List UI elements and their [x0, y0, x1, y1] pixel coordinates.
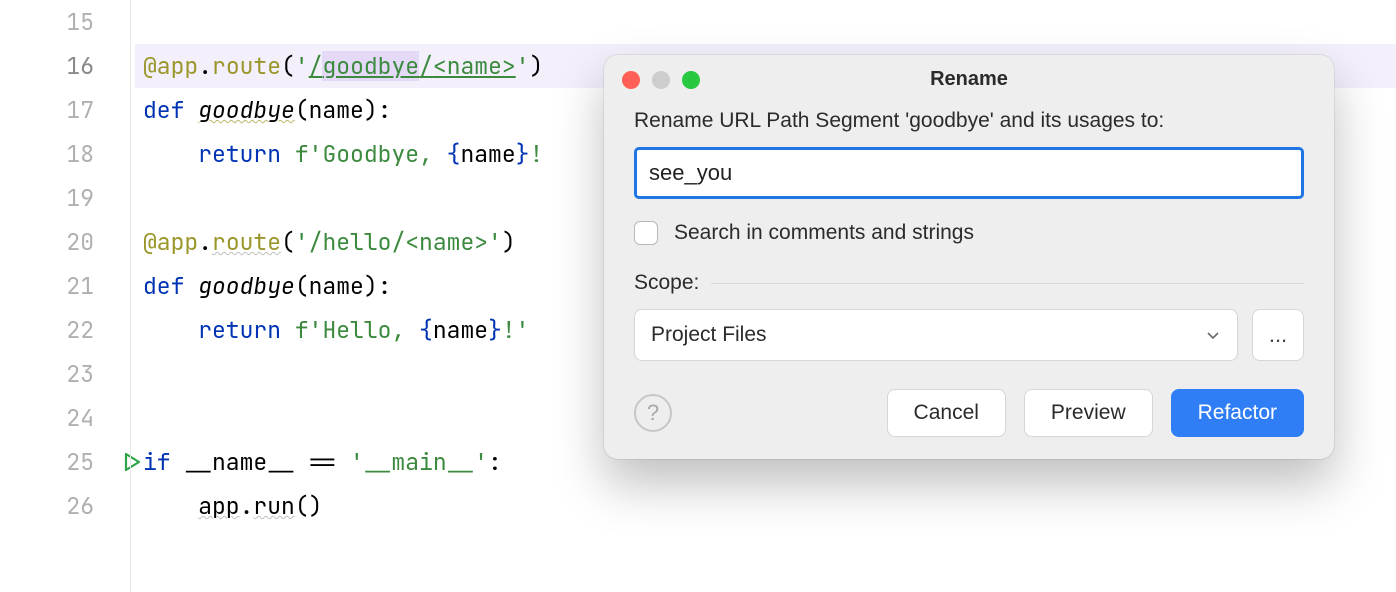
token-fprefix: f	[295, 139, 309, 169]
token-string: '/hello/<name>'	[295, 227, 502, 257]
token-string: '	[295, 51, 309, 81]
rename-input[interactable]	[634, 147, 1304, 199]
dialog-titlebar[interactable]: Rename	[604, 55, 1334, 103]
token-param: name	[309, 95, 364, 125]
dialog-title: Rename	[930, 68, 1008, 91]
token-string: /	[309, 51, 323, 81]
scope-select-value: Project Files	[651, 323, 767, 347]
token-string: '	[516, 51, 530, 81]
token-string: '__main__'	[350, 447, 488, 477]
line-number: 23	[0, 352, 112, 396]
search-comments-row: Search in comments and strings	[634, 221, 1304, 245]
token-string: !	[529, 139, 543, 169]
token-decorator: @app	[143, 51, 198, 81]
window-controls	[622, 71, 700, 89]
token-keyword: def	[143, 95, 198, 125]
line-number: 19	[0, 176, 112, 220]
token-paren: ()	[295, 491, 323, 521]
scope-controls: Project Files ...	[634, 309, 1304, 361]
line-number: 18	[0, 132, 112, 176]
token-brace: {	[419, 315, 433, 345]
token-param: name	[309, 271, 364, 301]
token-paren: ):	[364, 271, 392, 301]
line-number: 16	[0, 44, 112, 88]
preview-button[interactable]: Preview	[1024, 389, 1153, 437]
token-paren: )	[530, 51, 544, 81]
token-paren: (	[295, 95, 309, 125]
token-paren: (	[295, 271, 309, 301]
line-number: 26	[0, 484, 112, 528]
token-string: Hello,	[322, 315, 419, 345]
token-var: name	[460, 139, 515, 169]
token-funcname: goodbye	[198, 95, 295, 125]
line-number: 21	[0, 264, 112, 308]
line-number: 20	[0, 220, 112, 264]
rename-dialog: Rename Rename URL Path Segment 'goodbye'…	[604, 55, 1334, 459]
token-fprefix: f	[295, 315, 309, 345]
scope-header: Scope:	[634, 271, 1304, 295]
token-dot: .	[198, 51, 212, 81]
token-funcname: goodbye	[198, 271, 295, 301]
line-number: 17	[0, 88, 112, 132]
line-number: 22	[0, 308, 112, 352]
token-var: name	[433, 315, 488, 345]
line-number-label: 25	[66, 440, 94, 484]
token-eq: ==	[295, 447, 350, 477]
scope-more-button[interactable]: ...	[1252, 309, 1304, 361]
dialog-body: Rename URL Path Segment 'goodbye' and it…	[604, 103, 1334, 361]
token-call: route	[212, 51, 281, 81]
token-dot: .	[198, 227, 212, 257]
token-string: '	[309, 315, 323, 345]
help-button[interactable]: ?	[634, 394, 672, 432]
token-string: '	[309, 139, 323, 169]
divider	[711, 283, 1304, 284]
token-keyword: return	[198, 315, 295, 345]
refactor-button[interactable]: Refactor	[1171, 389, 1304, 437]
token-keyword: if	[143, 447, 184, 477]
search-comments-label: Search in comments and strings	[674, 221, 974, 245]
token-string: Goodbye,	[322, 139, 446, 169]
token-string: goodbye	[322, 51, 419, 81]
token-dot: .	[240, 491, 254, 521]
token-name: __name__	[184, 447, 294, 477]
cancel-button[interactable]: Cancel	[887, 389, 1006, 437]
token-name: app	[198, 491, 239, 521]
line-gutter: 15 16 17 18 19 20 21 22 23 24 25 26	[0, 0, 130, 592]
token-brace: {	[447, 139, 461, 169]
zoom-icon[interactable]	[682, 71, 700, 89]
code-line: app.run()	[135, 484, 1396, 528]
token-paren: (	[281, 227, 295, 257]
token-paren: ):	[364, 95, 392, 125]
token-call: route	[212, 227, 281, 257]
close-icon[interactable]	[622, 71, 640, 89]
chevron-down-icon	[1205, 327, 1221, 343]
rename-prompt-label: Rename URL Path Segment 'goodbye' and it…	[634, 109, 1304, 133]
minimize-icon	[652, 71, 670, 89]
token-call: run	[253, 491, 294, 521]
token-decorator: @app	[143, 227, 198, 257]
line-number: 24	[0, 396, 112, 440]
token-paren: (	[281, 51, 295, 81]
line-number: 25	[0, 440, 112, 484]
token-brace: }	[516, 139, 530, 169]
token-keyword: def	[143, 271, 198, 301]
scope-select[interactable]: Project Files	[634, 309, 1238, 361]
token-brace: }	[488, 315, 502, 345]
token-colon: :	[488, 447, 502, 477]
token-string: !'	[502, 315, 530, 345]
dialog-footer: ? Cancel Preview Refactor	[604, 389, 1334, 437]
token-paren: )	[502, 227, 516, 257]
token-string: <name>	[433, 51, 516, 81]
token-keyword: return	[198, 139, 295, 169]
scope-label: Scope:	[634, 271, 699, 295]
line-number: 15	[0, 0, 112, 44]
search-comments-checkbox[interactable]	[634, 221, 658, 245]
code-line	[135, 0, 1396, 44]
token-string: /	[419, 51, 433, 81]
